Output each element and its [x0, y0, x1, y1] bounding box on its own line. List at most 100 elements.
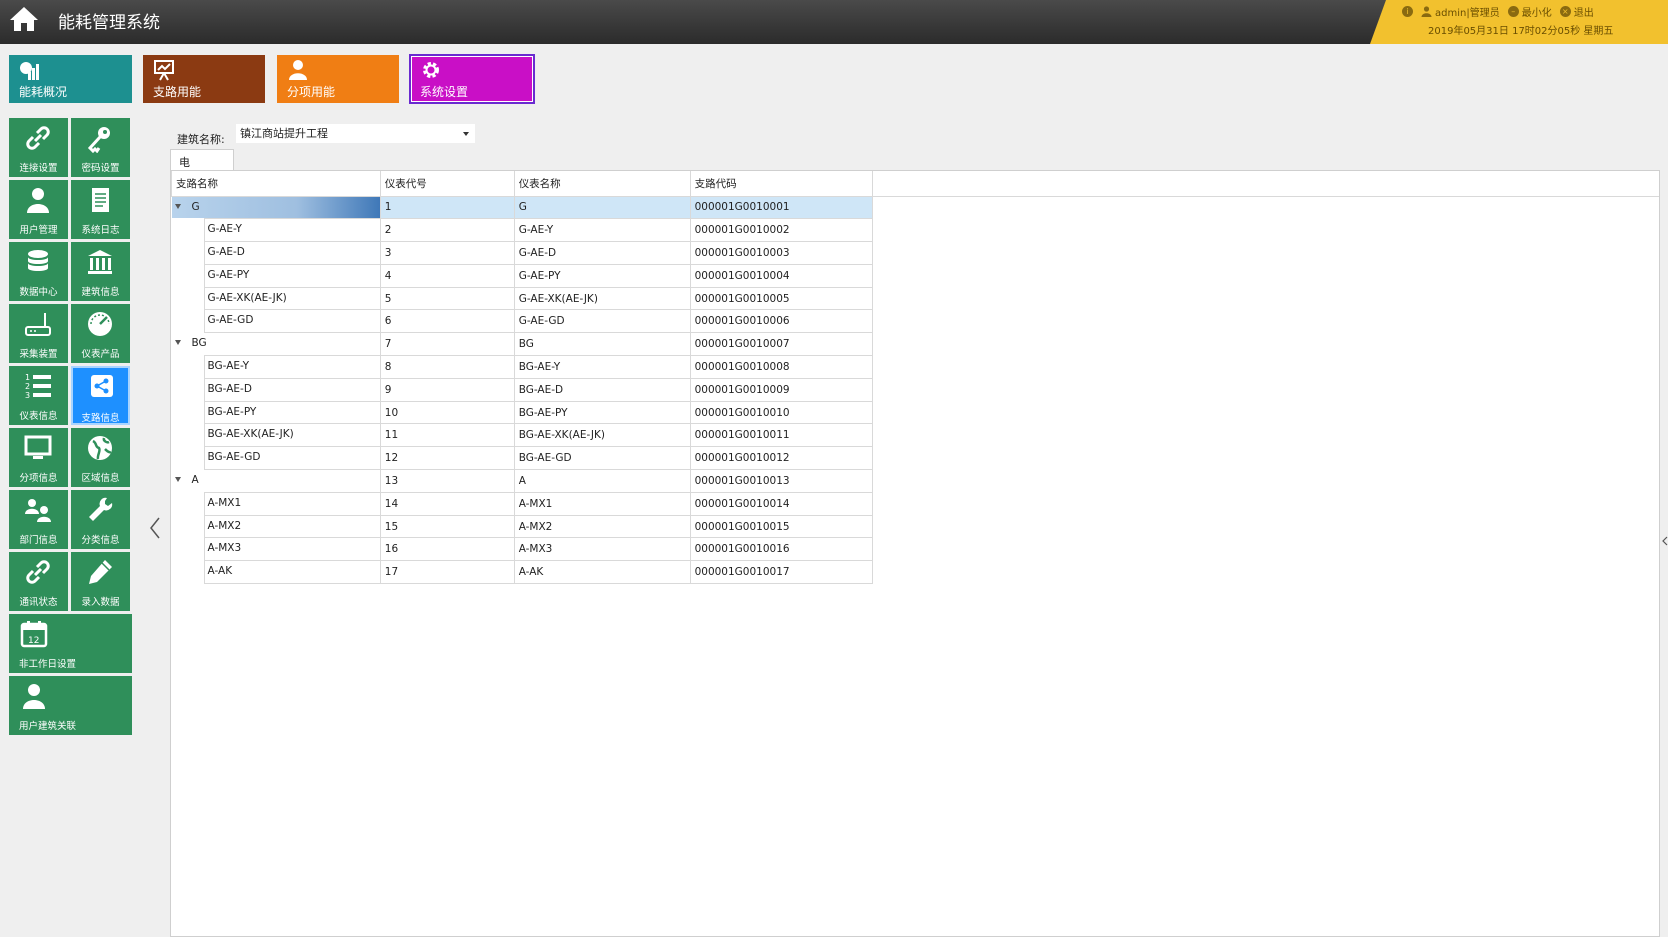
branch-name-cell: A-MX1 — [171, 491, 381, 516]
nav-branch-energy[interactable]: 支路用能 — [143, 55, 265, 103]
branch-code-cell: 000001G0010012 — [689, 446, 874, 471]
branch-name: BG-AE-GD — [207, 451, 261, 464]
svg-text:1: 1 — [25, 373, 30, 382]
column-header[interactable]: 仪表代号 — [379, 171, 515, 197]
sidebar-item-label: 数据中心 — [19, 287, 58, 298]
branch-name-cell: A-MX2 — [171, 514, 381, 539]
info-icon[interactable]: i — [1402, 6, 1413, 17]
meter-name-cell: G-AE-D — [513, 241, 691, 265]
expand-toggle-icon[interactable] — [174, 340, 181, 346]
column-header[interactable]: 支路名称 — [171, 171, 381, 197]
branch-name: G-AE-PY — [207, 268, 250, 281]
branch-name-cell: BG-AE-D — [171, 377, 381, 402]
sidebar-item-label: 通讯状态 — [19, 597, 58, 608]
exit-label: 退出 — [1573, 8, 1594, 19]
sidebar-item-user-building-link[interactable]: 用户建筑关联 — [9, 676, 132, 735]
table-row[interactable]: BG-AE-D 9 BG-AE-D 000001G0010009 — [171, 377, 1660, 402]
column-header[interactable]: 支路代码 — [689, 171, 874, 197]
table-row[interactable]: BG-AE-Y 8 BG-AE-Y 000001G0010008 — [171, 355, 1660, 380]
minimize-button[interactable]: – 最小化 — [1507, 4, 1552, 19]
branch-code-cell: 000001G0010011 — [689, 423, 874, 448]
branch-name: A-MX3 — [207, 542, 242, 555]
meter-no-cell: 9 — [379, 377, 515, 402]
sidebar-item-building-info[interactable]: 建筑信息 — [71, 242, 130, 301]
user-menu[interactable]: admin|管理员 — [1421, 4, 1500, 19]
nav-label: 分项用能 — [287, 85, 336, 99]
sidebar-item-meter-product[interactable]: 仪表产品 — [71, 304, 130, 363]
sidebar-item-data-entry[interactable]: 录入数据 — [71, 552, 130, 611]
branch-code-cell: 000001G0010006 — [689, 309, 874, 334]
sidebar-item-user-management[interactable]: 用户管理 — [9, 180, 68, 239]
nav-label: 支路用能 — [153, 85, 202, 99]
sidebar-item-comm-status[interactable]: 通讯状态 — [9, 552, 68, 611]
svg-text:3: 3 — [25, 391, 30, 400]
table-row[interactable]: G-AE-PY 4 G-AE-PY 000001G0010004 — [171, 263, 1660, 288]
nav-item-energy[interactable]: 分项用能 — [277, 55, 399, 103]
sidebar-item-region-info[interactable]: 区域信息 — [71, 428, 130, 487]
sidebar-item-branch-info[interactable]: 支路信息 — [71, 366, 130, 425]
meter-name-cell: BG-AE-D — [513, 377, 691, 402]
table-row[interactable]: A-MX2 15 A-MX2 000001G0010015 — [171, 514, 1660, 539]
table-row[interactable]: G 1 G 000001G0010001 — [171, 195, 1660, 220]
exit-button[interactable]: × 退出 — [1559, 4, 1594, 19]
chevron-left-icon[interactable] — [148, 516, 162, 540]
sidebar-item-data-center[interactable]: 数据中心 — [9, 242, 68, 301]
table-row[interactable]: A-MX1 14 A-MX1 000001G0010014 — [171, 491, 1660, 516]
table-row[interactable]: G-AE-D 3 G-AE-D 000001G0010003 — [171, 241, 1660, 266]
table-row[interactable]: BG 7 BG 000001G0010007 — [171, 332, 1660, 357]
building-name-value: 镇江商站提升工程 — [240, 127, 328, 140]
meter-name-cell: A-MX3 — [513, 537, 691, 562]
branch-name-cell: BG-AE-Y — [171, 355, 381, 380]
minimize-icon: – — [1507, 6, 1519, 17]
table-row[interactable]: G-AE-GD 6 G-AE-GD 000001G0010006 — [171, 309, 1660, 334]
meter-name-cell: BG-AE-PY — [513, 400, 691, 425]
sidebar-item-category-info[interactable]: 分类信息 — [71, 490, 130, 549]
table-row[interactable]: G-AE-XK(AE-JK) 5 G-AE-XK(AE-JK) 000001G0010… — [171, 286, 1660, 311]
meter-name-cell: BG-AE-GD — [513, 446, 691, 471]
home-icon[interactable] — [8, 4, 40, 34]
presentation-icon — [154, 60, 174, 81]
nav-energy-overview[interactable]: 能耗概况 — [9, 55, 132, 103]
user-icon — [23, 684, 45, 709]
branch-code-cell: 000001G0010002 — [689, 218, 874, 243]
expand-toggle-icon[interactable] — [174, 203, 181, 209]
table-row[interactable]: BG-AE-GD 12 BG-AE-GD 000001G0010012 — [171, 446, 1660, 471]
nav-system-settings[interactable]: 系统设置 — [409, 54, 535, 104]
table-row[interactable]: BG-AE-XK(AE-JK) 11 BG-AE-XK(AE-JK) 000001G0… — [171, 423, 1660, 448]
building-name-select[interactable]: 镇江商站提升工程 — [236, 124, 475, 143]
sidebar-item-collector-device[interactable]: 采集装置 — [9, 304, 68, 363]
tab-electricity[interactable]: 电 — [170, 149, 234, 171]
sidebar-item-subitem-info[interactable]: 分项信息 — [9, 428, 68, 487]
table-row[interactable]: BG-AE-PY 10 BG-AE-PY 000001G0010010 — [171, 400, 1660, 425]
branch-code-cell: 000001G0010008 — [689, 355, 874, 379]
meter-name-cell: G-AE-GD — [513, 309, 691, 334]
meter-no-cell: 12 — [379, 446, 515, 471]
table-row[interactable]: A-AK 17 A-AK 000001G0010017 — [171, 560, 1660, 585]
meter-name-cell: A-MX1 — [513, 491, 691, 516]
expand-toggle-icon[interactable] — [174, 477, 181, 483]
chevron-left-icon[interactable] — [1661, 534, 1668, 548]
table-row[interactable]: A-MX3 16 A-MX3 000001G0010016 — [171, 537, 1660, 562]
group-icon — [25, 499, 51, 522]
database-icon — [28, 250, 48, 271]
branch-name-cell: A — [171, 469, 381, 493]
column-header[interactable]: 仪表名称 — [513, 171, 691, 197]
sidebar-item-label: 仪表信息 — [19, 411, 58, 422]
meter-no-cell: 15 — [379, 514, 515, 539]
branch-code-cell: 000001G0010009 — [689, 377, 874, 402]
branch-name: G — [191, 200, 200, 213]
table-row[interactable]: G-AE-Y 2 G-AE-Y 000001G0010002 — [171, 218, 1660, 243]
branch-name-cell: BG-AE-GD — [171, 446, 381, 471]
branch-name: A-AK — [207, 565, 233, 578]
sidebar-item-connection-settings[interactable]: 连接设置 — [9, 118, 68, 177]
sidebar-item-meter-info[interactable]: 1 2 3 仪表信息 — [9, 366, 68, 425]
gauge-icon — [88, 312, 112, 336]
sidebar-item-department-info[interactable]: 部门信息 — [9, 490, 68, 549]
sidebar-item-system-log[interactable]: 系统日志 — [71, 180, 130, 239]
meter-name-cell: BG — [513, 332, 691, 357]
branch-name: G-AE-XK(AE-JK) — [207, 291, 287, 304]
table-row[interactable]: A 13 A 000001G0010013 — [171, 469, 1660, 493]
sidebar-item-password-settings[interactable]: 密码设置 — [71, 118, 130, 177]
sidebar-item-nonworkday-settings[interactable]: 12 非工作日设置 — [9, 614, 132, 673]
sidebar-item-label: 支路信息 — [81, 413, 120, 424]
